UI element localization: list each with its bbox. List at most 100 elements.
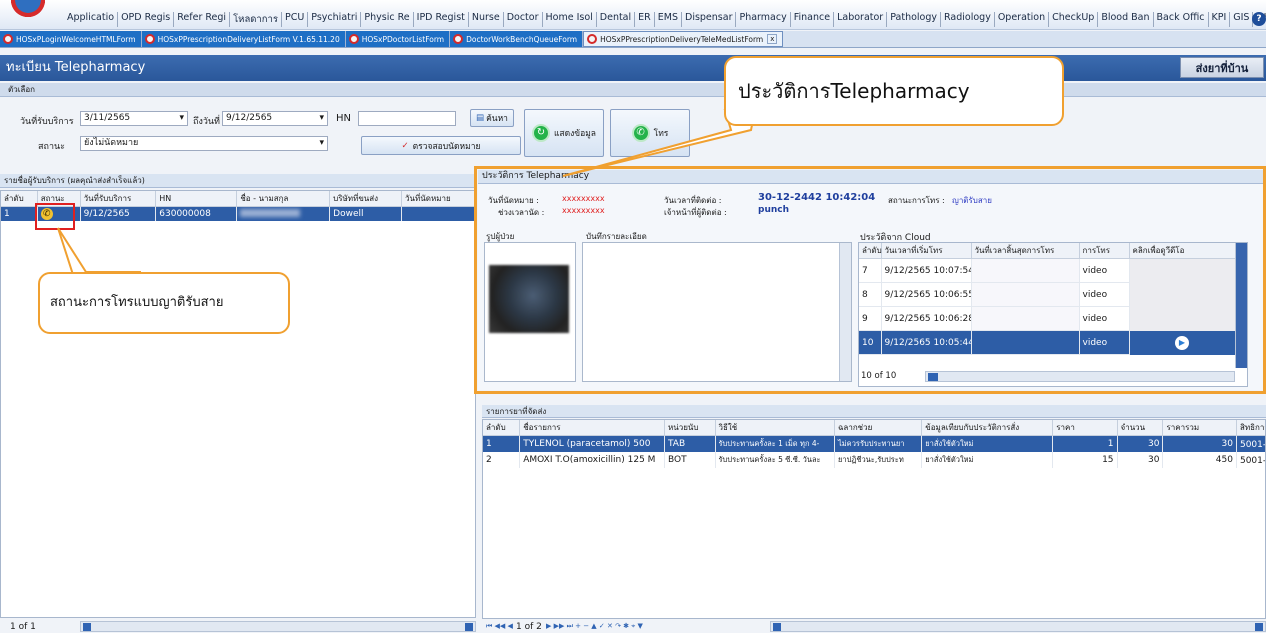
cell-total: 450 bbox=[1162, 452, 1237, 468]
app-logo-icon[interactable] bbox=[8, 0, 48, 20]
cell-unit: BOT bbox=[664, 452, 716, 468]
menu-item[interactable]: CheckUp bbox=[1049, 12, 1099, 27]
blurred-name bbox=[240, 208, 301, 217]
menu-item[interactable]: Dispensar bbox=[682, 12, 737, 27]
column-header[interactable]: บริษัทที่ขนส่ง bbox=[329, 191, 403, 207]
menu-item[interactable]: IPD Regist bbox=[414, 12, 469, 27]
cell-unit: TAB bbox=[664, 435, 716, 452]
cell-carrier: Dowell bbox=[329, 206, 403, 221]
column-header[interactable]: ลำดับ bbox=[483, 420, 521, 436]
menu-item[interactable]: Pharmacy bbox=[736, 12, 791, 27]
dropdown-arrow-icon: ▾ bbox=[319, 113, 324, 123]
menu-item[interactable]: Doctor bbox=[504, 12, 543, 27]
menu-item[interactable]: Refer Regi bbox=[174, 12, 231, 27]
calendar-check-icon: ✓ bbox=[401, 140, 409, 151]
status-select[interactable]: ยังไม่นัดหมาย ▾ bbox=[80, 136, 328, 151]
hosxp-icon bbox=[348, 34, 359, 44]
cell-qty: 30 bbox=[1117, 435, 1164, 452]
cell-usage: รับประทานครั้งละ 5 ซี.ซี. วันละ bbox=[715, 452, 835, 468]
cell-no: 2 bbox=[483, 452, 521, 468]
column-header[interactable]: วันที่รับบริการ bbox=[80, 191, 157, 207]
hosxp-icon bbox=[453, 34, 464, 44]
patient-list-pager: 1 of 1 bbox=[10, 622, 36, 632]
menu-item[interactable]: Psychiatri bbox=[308, 12, 362, 27]
column-header[interactable]: ชื่อ - นามสกุล bbox=[236, 191, 331, 207]
status-callout: สถานะการโทรแบบญาติรับสาย bbox=[38, 272, 290, 334]
hosxp-icon bbox=[144, 34, 155, 44]
drug-pager-nav-icons[interactable]: ▶ ▶▶ ⏭ + − ▲ ✓ ✕ ↷ ✱ ⌖ ▼ bbox=[546, 622, 643, 631]
column-header[interactable]: ราคารวม bbox=[1162, 420, 1237, 436]
menu-item[interactable]: KPI bbox=[1209, 12, 1231, 27]
cell-no: 1 bbox=[1, 206, 38, 221]
history-callout: ประวัติการTelepharmacy bbox=[724, 56, 1064, 126]
cell-right: 5001-บุ bbox=[1236, 435, 1265, 452]
menu-item[interactable]: Pathology bbox=[887, 12, 942, 27]
check-appointment-button[interactable]: ✓ ตรวจสอบนัดหมาย bbox=[361, 136, 521, 155]
document-tab[interactable]: HOSxPLoginWelcomeHTMLForm bbox=[0, 31, 142, 47]
hn-input[interactable] bbox=[358, 111, 456, 126]
service-date-input[interactable]: 3/11/2565 ▾ bbox=[80, 111, 188, 126]
column-header[interactable]: วิธีใช้ bbox=[715, 420, 835, 436]
home-delivery-button[interactable]: ส่งยาที่บ้าน bbox=[1180, 57, 1264, 78]
menu-item[interactable]: EMS bbox=[655, 12, 682, 27]
column-header[interactable]: ราคา bbox=[1052, 420, 1118, 436]
menu-item[interactable]: OPD Regis bbox=[118, 12, 175, 27]
cell-price: 1 bbox=[1052, 435, 1118, 452]
menu-item[interactable]: Applicatio bbox=[64, 12, 119, 27]
hosxp-icon bbox=[3, 34, 13, 44]
to-date-label: ถึงวันที่ bbox=[193, 117, 220, 127]
menu-item[interactable]: โหลดาการ bbox=[230, 12, 282, 27]
column-header[interactable]: HN bbox=[155, 191, 238, 207]
menu-item[interactable]: Home Isol bbox=[543, 12, 597, 27]
document-tab[interactable]: HOSxPDoctorListForm bbox=[345, 31, 451, 47]
status-label: สถานะ bbox=[38, 142, 65, 152]
drug-list-pager: 1 of 2 bbox=[516, 622, 542, 632]
cell-total: 30 bbox=[1162, 435, 1237, 452]
menu-item[interactable]: PCU bbox=[282, 12, 309, 27]
column-header[interactable]: หน่วยนับ bbox=[664, 420, 716, 436]
table-row[interactable]: 1 TYLENOL (paracetamol) 500 TAB รับประทานคร… bbox=[483, 435, 1265, 452]
tab-label: HOSxPPrescriptionDeliveryListForm V.1.65… bbox=[157, 34, 340, 44]
tab-label: HOSxPLoginWelcomeHTMLForm bbox=[16, 34, 136, 44]
options-group-label: ตัวเลือก bbox=[0, 83, 1266, 97]
menu-item[interactable]: Radiology bbox=[941, 12, 995, 27]
cell-right: 5001-บุ bbox=[1236, 452, 1265, 468]
search-icon: ▤ bbox=[476, 113, 485, 123]
close-icon[interactable]: x bbox=[767, 34, 778, 44]
drug-list-hscroll[interactable] bbox=[770, 621, 1266, 632]
column-header[interactable]: ลำดับ bbox=[1, 191, 38, 207]
cell-date: 9/12/2565 bbox=[80, 206, 157, 221]
hn-label: HN bbox=[336, 113, 351, 124]
menu-item[interactable]: ER bbox=[635, 12, 655, 27]
column-header[interactable]: วันที่นัดหมาย bbox=[401, 191, 475, 207]
drug-list-grid: ลำดับ ชื่อรายการ หน่วยนับ วิธีใช้ ฉลากช่วย ข้… bbox=[482, 419, 1266, 619]
column-header[interactable]: ชื่อรายการ bbox=[519, 420, 665, 436]
tab-label: HOSxPPrescriptionDeliveryTeleMedListForm bbox=[600, 34, 764, 44]
document-tab[interactable]: HOSxPPrescriptionDeliveryTeleMedListForm… bbox=[583, 31, 784, 47]
menu-item[interactable]: Operation bbox=[995, 12, 1050, 27]
column-header[interactable]: สิทธิการใ bbox=[1236, 420, 1265, 436]
to-date-input[interactable]: 9/12/2565 ▾ bbox=[222, 111, 328, 126]
menu-item[interactable]: Dental bbox=[597, 12, 636, 27]
cell-name bbox=[236, 206, 331, 221]
menu-item[interactable]: Nurse bbox=[469, 12, 504, 27]
menu-item[interactable]: Blood Ban bbox=[1098, 12, 1154, 27]
column-header[interactable]: ฉลากช่วย bbox=[834, 420, 923, 436]
patient-list-hscroll[interactable] bbox=[80, 621, 476, 632]
main-menu-bar: Applicatio OPD Regis Refer Regi โหลดาการ PCU… bbox=[0, 0, 1266, 30]
column-header[interactable]: ข้อมูลเทียบกับประวัติการสั่ง bbox=[921, 420, 1054, 436]
search-button[interactable]: ▤ ค้นหา bbox=[470, 109, 514, 127]
drug-pager-nav-first[interactable]: ⏮ ◀◀ ◀ bbox=[486, 622, 513, 631]
menu-item[interactable]: GIS bbox=[1230, 12, 1254, 27]
document-tab[interactable]: HOSxPPrescriptionDeliveryListForm V.1.65… bbox=[141, 31, 346, 47]
table-row[interactable]: 2 AMOXI T.O(amoxicillin) 125 M BOT รับประทา… bbox=[483, 452, 1265, 468]
menu-item[interactable]: Back Offic bbox=[1154, 12, 1209, 27]
dropdown-arrow-icon: ▾ bbox=[179, 113, 184, 123]
document-tab[interactable]: DoctorWorkBenchQueueForm bbox=[450, 31, 584, 47]
column-header[interactable]: จำนวน bbox=[1117, 420, 1164, 436]
help-icon[interactable]: ? bbox=[1252, 12, 1266, 26]
menu-item[interactable]: Finance bbox=[791, 12, 835, 27]
menu-item[interactable]: Laborator bbox=[834, 12, 888, 27]
menu-item[interactable]: Physic Re bbox=[361, 12, 414, 27]
hosxp-icon bbox=[587, 34, 598, 44]
